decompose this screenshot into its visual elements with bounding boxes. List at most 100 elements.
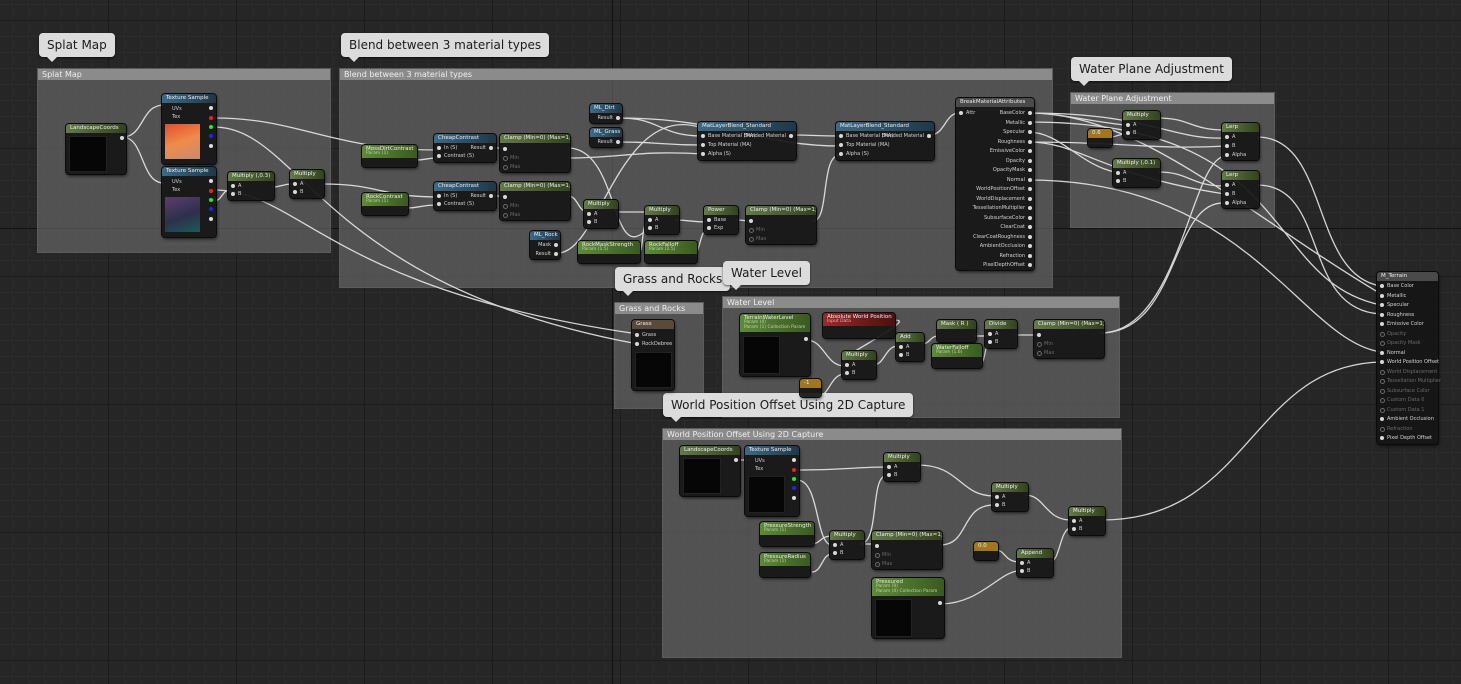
- pin-dot-blue[interactable]: [209, 207, 213, 211]
- pin-dot-white[interactable]: [209, 144, 213, 148]
- input-pin[interactable]: Top Material (MA): [839, 142, 890, 148]
- input-pin[interactable]: Min: [875, 552, 891, 558]
- node-component-mask[interactable]: Mask ( R ): [937, 320, 976, 342]
- input-pin[interactable]: Opacity: [1380, 331, 1406, 337]
- input-pin[interactable]: Top Material (MA): [701, 142, 752, 148]
- input-pin[interactable]: Emissive Color: [1380, 321, 1424, 327]
- input-pin[interactable]: Min: [749, 227, 765, 233]
- node-lerp[interactable]: Lerp A B Alpha: [1222, 171, 1259, 208]
- node-material-function[interactable]: ML_Dirt Result: [590, 104, 622, 123]
- output-pin[interactable]: EmissiveColor: [990, 148, 1032, 154]
- pin-dot-white[interactable]: [209, 106, 213, 110]
- output-pin[interactable]: Result: [471, 193, 493, 199]
- input-pin[interactable]: A: [293, 181, 303, 187]
- node-texture-sample[interactable]: Texture Sample UVs Tex: [745, 446, 799, 516]
- input-pin[interactable]: UVs: [748, 458, 765, 464]
- node-constant[interactable]: 0.6: [1088, 129, 1112, 147]
- output-pin[interactable]: Result: [598, 115, 620, 121]
- output-pin[interactable]: SubsurfaceColor: [984, 215, 1032, 221]
- output-pin[interactable]: Mask: [538, 242, 558, 248]
- node-multiply[interactable]: Multiply A B: [1123, 111, 1160, 139]
- node-multiply[interactable]: Multiply A B: [645, 206, 679, 234]
- input-pin[interactable]: B: [1126, 130, 1136, 136]
- node-multiply[interactable]: Multiply A B: [992, 483, 1028, 511]
- input-pin[interactable]: A: [587, 211, 597, 217]
- input-pin[interactable]: Min: [1037, 341, 1053, 347]
- node-divide[interactable]: Divide A B: [985, 320, 1017, 348]
- input-pin[interactable]: A: [231, 183, 241, 189]
- output-pin[interactable]: WorldPositionOffset: [976, 186, 1032, 192]
- output-pin[interactable]: Opacity: [1006, 158, 1032, 164]
- node-scalar-parameter[interactable]: RockContrast Param (1): [362, 193, 408, 215]
- pin-dot-blue[interactable]: [209, 134, 213, 138]
- node-material-function[interactable]: ML_Rock Mask Result: [530, 231, 560, 259]
- input-pin[interactable]: Base: [707, 217, 726, 223]
- node-multiply[interactable]: Multiply A B: [884, 453, 920, 481]
- input-pin[interactable]: Ambient Occlusion: [1380, 416, 1434, 422]
- node-texture-sample[interactable]: Texture Sample UVs Tex: [162, 94, 216, 164]
- node-multiply[interactable]: Multiply A B: [842, 351, 876, 379]
- input-pin[interactable]: Max: [503, 164, 520, 170]
- input-pin[interactable]: A: [1116, 170, 1126, 176]
- output-pin[interactable]: ClearCoatRoughness: [973, 234, 1032, 240]
- input-pin[interactable]: B: [988, 339, 998, 345]
- input-pin[interactable]: Contrast (S): [437, 201, 474, 207]
- input-pin[interactable]: A: [887, 464, 897, 470]
- input-pin[interactable]: Refraction: [1380, 426, 1413, 432]
- input-pin[interactable]: B: [231, 191, 241, 197]
- pin-dot-white[interactable]: [209, 179, 213, 183]
- node-scalar-parameter[interactable]: RockMaskStrength Param (1.5): [578, 241, 640, 263]
- input-pin[interactable]: UVs: [165, 106, 182, 112]
- input-pin[interactable]: Normal: [1380, 350, 1405, 356]
- input-pin[interactable]: B: [833, 550, 843, 556]
- input-pin[interactable]: Metallic: [1380, 293, 1406, 299]
- input-pin[interactable]: B: [1225, 191, 1235, 197]
- pin-dot-green[interactable]: [209, 125, 213, 129]
- node-clamp[interactable]: Clamp (Min=0) (Max=1) Min Max: [872, 531, 942, 569]
- output-pin[interactable]: [795, 336, 808, 342]
- output-pin[interactable]: Result: [471, 145, 493, 151]
- input-pin[interactable]: A: [899, 344, 909, 350]
- node-multiply[interactable]: Multiply A B: [290, 170, 324, 198]
- node-clamp[interactable]: Clamp (Min=0) (Max=1) Min Max: [1034, 320, 1104, 358]
- input-pin[interactable]: Pixel Depth Offset: [1380, 435, 1432, 441]
- input-pin[interactable]: A: [648, 217, 658, 223]
- node-mat-layer-blend[interactable]: MatLayerBlend_Standard Base Material (MA…: [698, 122, 796, 160]
- node-multiply[interactable]: Multiply A B: [830, 531, 864, 559]
- input-pin[interactable]: B: [648, 225, 658, 231]
- pin-dot-red[interactable]: [209, 189, 213, 193]
- node-landscape-coords[interactable]: LandscapeCoords: [680, 446, 740, 496]
- input-pin[interactable]: Alpha (S): [839, 151, 869, 157]
- output-pin[interactable]: [725, 457, 738, 463]
- node-append[interactable]: Append A B: [1017, 549, 1053, 577]
- node-grass-output[interactable]: Grass Grass RockDebree: [632, 320, 674, 390]
- node-multiply[interactable]: Multiply A B: [584, 200, 618, 228]
- input-pin[interactable]: B: [887, 472, 897, 478]
- node-texture-sample[interactable]: Texture Sample UVs Tex: [162, 167, 216, 237]
- input-pin[interactable]: B: [1225, 143, 1235, 149]
- input-pin[interactable]: Subsurface Color: [1380, 388, 1430, 394]
- output-pin[interactable]: Blended Material: [882, 133, 931, 139]
- input-pin[interactable]: Exp: [707, 225, 723, 231]
- input-pin[interactable]: Specular: [1380, 302, 1409, 308]
- input-pin[interactable]: Tex: [165, 187, 180, 193]
- pin-dot-white[interactable]: [209, 217, 213, 221]
- input-pin[interactable]: Min: [503, 155, 519, 161]
- output-pin[interactable]: ClearCoat: [1000, 224, 1032, 230]
- output-pin[interactable]: Blended Material: [744, 133, 793, 139]
- output-pin[interactable]: Normal: [1007, 177, 1032, 183]
- pin-dot-red[interactable]: [792, 468, 796, 472]
- node-cheap-contrast[interactable]: CheapContrast In (S) Contrast (S) Result: [434, 134, 496, 162]
- output-pin[interactable]: Metallic: [1006, 120, 1032, 126]
- input-pin[interactable]: Attr: [959, 110, 975, 116]
- input-pin[interactable]: A: [1126, 122, 1136, 128]
- input-pin[interactable]: B: [995, 502, 1005, 508]
- input-pin[interactable]: B: [293, 189, 303, 195]
- output-pin[interactable]: Specular: [1003, 129, 1032, 135]
- input-pin[interactable]: In (S): [437, 193, 457, 199]
- output-pin[interactable]: BaseColor: [1000, 110, 1032, 116]
- input-pin[interactable]: A: [833, 542, 843, 548]
- output-pin[interactable]: Refraction: [999, 253, 1032, 259]
- node-multiply[interactable]: Multiply (,0.1) A B: [1113, 159, 1160, 187]
- node-multiply[interactable]: Multiply A B: [1069, 507, 1105, 535]
